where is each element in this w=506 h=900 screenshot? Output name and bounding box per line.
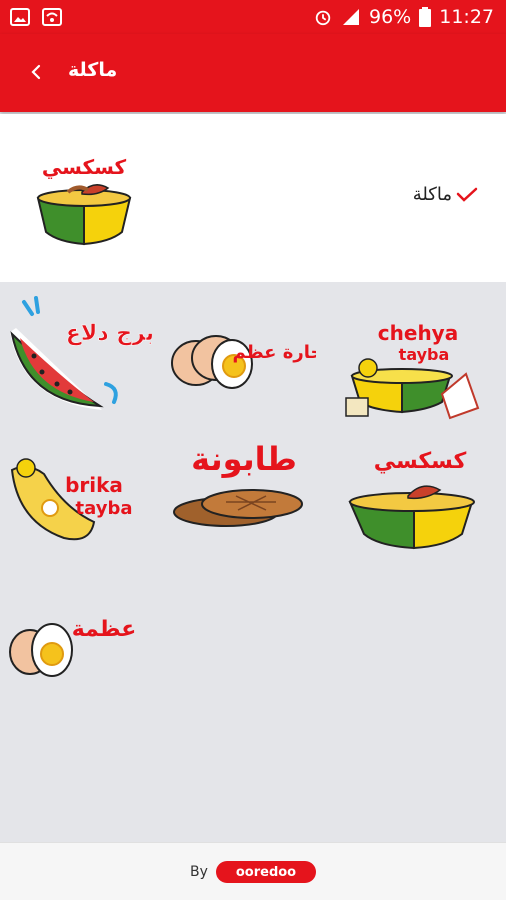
brika-icon: brika tayba (10, 458, 133, 541)
couscous-bowl-icon: كسكسي (348, 449, 475, 550)
sticker-text-egg: عظمة (72, 617, 137, 642)
sticker-tabouna[interactable]: طابونة (166, 432, 316, 562)
sticker-eggs[interactable]: حارة عظم (166, 308, 323, 438)
sticker-chehya[interactable]: chehya tayba (338, 314, 488, 444)
signal-icon (343, 9, 359, 25)
egg-icon: عظمة (9, 617, 137, 677)
sticker-text-couscous: كسكسي (374, 449, 467, 474)
brand-text: ooredoo (236, 865, 296, 880)
battery-percent: 96% (369, 6, 412, 28)
sticker-text-eggs: حارة عظم (233, 342, 316, 363)
sticker-watermelon[interactable]: برج دلاع (2, 292, 154, 422)
sticker-text-watermelon: برج دلاع (66, 321, 152, 346)
svg-text:كسكسي: كسكسي (42, 155, 127, 180)
battery-icon (419, 7, 432, 27)
pack-thumbnail-couscous-icon: كسكسي (30, 155, 138, 246)
watermelon-icon: برج دلاع (10, 296, 154, 410)
sticker-text-chehya-1: chehya (378, 321, 458, 345)
footer-by-label: By (190, 863, 208, 880)
eggs-icon: حارة عظم (171, 335, 323, 389)
image-notification-icon (10, 8, 30, 26)
alarm-icon (315, 10, 331, 26)
sticker-egg[interactable]: عظمة (6, 592, 156, 722)
footer: By ooredoo (0, 842, 506, 900)
pack-title: ماكلة (413, 184, 478, 205)
back-chevron-icon[interactable] (22, 58, 50, 86)
check-icon (456, 187, 478, 202)
chehya-bowl-icon: chehya tayba (345, 321, 480, 420)
sticker-text-brika-1: brika (65, 473, 123, 497)
sticker-pack-header[interactable]: كسكسي ماكلة (0, 114, 506, 282)
wifi-notification-icon (42, 8, 62, 26)
tabouna-bread-icon: طابونة (173, 440, 303, 527)
sticker-text-tabouna: طابونة (191, 440, 297, 478)
clock: 11:27 (439, 6, 494, 28)
sticker-text-chehya-2: tayba (399, 345, 450, 364)
pack-name-label: ماكلة (412, 184, 452, 205)
sticker-text-brika-2: tayba (76, 498, 133, 519)
page-title: ماكلة (68, 59, 118, 81)
sticker-couscous[interactable]: كسكسي (342, 436, 492, 566)
sticker-brika[interactable]: brika tayba (4, 452, 154, 582)
app-bar: ماكلة (0, 34, 506, 112)
status-bar: 96% 11:27 (0, 0, 506, 34)
ooredoo-logo-icon: ooredoo (215, 860, 316, 883)
